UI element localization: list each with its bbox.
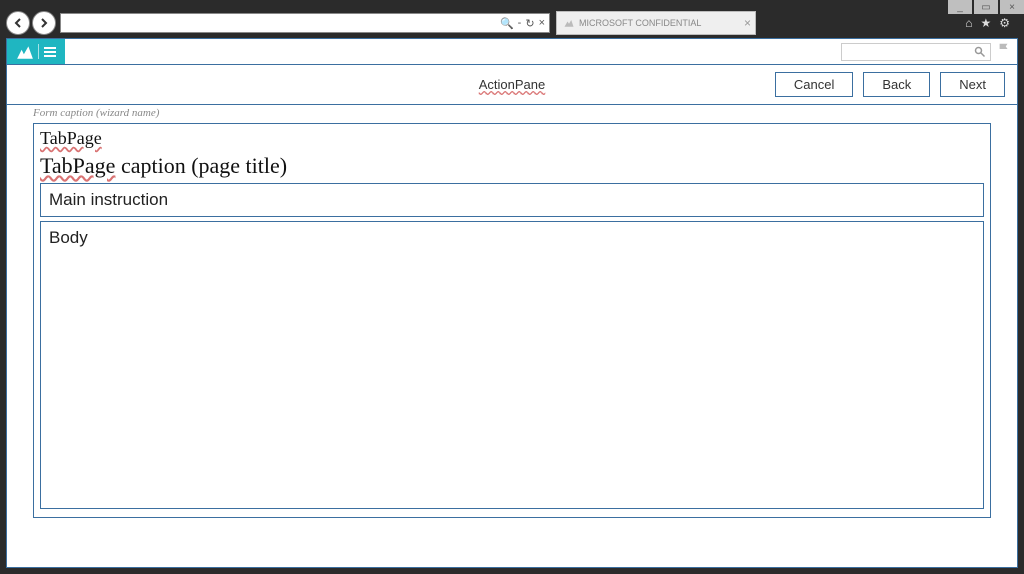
logo-divider (38, 44, 39, 59)
tab-close-icon[interactable]: × (744, 16, 751, 30)
form-caption: Form caption (wizard name) (33, 105, 991, 123)
form-area: Form caption (wizard name) TabPage TabPa… (7, 105, 1017, 528)
address-bar-icons: 🔍 - ↻ × (500, 14, 545, 32)
search-icon (974, 46, 986, 58)
tools-icon[interactable]: ⚙ (999, 16, 1010, 30)
wizard-panel: TabPage TabPage caption (page title) Mai… (33, 123, 991, 518)
tab-label: MICROSOFT CONFIDENTIAL (579, 18, 701, 28)
app-window: ActionPane Cancel Back Next Form caption… (6, 38, 1018, 568)
action-pane: ActionPane Cancel Back Next (7, 65, 1017, 105)
search-icon[interactable]: 🔍 (500, 17, 514, 30)
action-pane-buttons: Cancel Back Next (775, 72, 1017, 97)
dash-sep: - (518, 17, 522, 29)
cancel-button[interactable]: Cancel (775, 72, 853, 97)
tabpage-title-prefix: TabPage (40, 153, 115, 178)
action-pane-label: ActionPane (479, 77, 546, 92)
address-bar[interactable]: 🔍 - ↻ × (60, 13, 550, 33)
home-icon[interactable]: ⌂ (965, 16, 972, 30)
next-button[interactable]: Next (940, 72, 1005, 97)
app-logo-area[interactable] (7, 39, 65, 64)
tabpage-label: TabPage (40, 128, 102, 149)
app-header-right (841, 42, 1011, 61)
tab-favicon-icon (563, 17, 575, 29)
browser-system-icons: ⌂ ★ ⚙ (965, 16, 1018, 30)
main-instruction-box: Main instruction (40, 183, 984, 217)
browser-tab[interactable]: MICROSOFT CONFIDENTIAL × (556, 11, 756, 35)
back-button[interactable] (6, 11, 30, 35)
app-search-input[interactable] (841, 43, 991, 61)
forward-button[interactable] (32, 11, 56, 35)
flag-icon[interactable] (997, 42, 1011, 61)
body-box: Body (40, 221, 984, 509)
hamburger-icon[interactable] (43, 47, 57, 57)
back-button[interactable]: Back (863, 72, 930, 97)
app-header (7, 39, 1017, 65)
tabpage-title-suffix: caption (page title) (115, 153, 287, 178)
refresh-icon[interactable]: ↻ (525, 17, 534, 30)
favorites-icon[interactable]: ★ (980, 16, 991, 30)
dynamics-logo-icon (16, 43, 34, 61)
stop-icon[interactable]: × (539, 17, 545, 29)
browser-nav-bar: 🔍 - ↻ × MICROSOFT CONFIDENTIAL × ⌂ ★ ⚙ (6, 10, 1018, 36)
tabpage-title: TabPage caption (page title) (40, 153, 984, 179)
